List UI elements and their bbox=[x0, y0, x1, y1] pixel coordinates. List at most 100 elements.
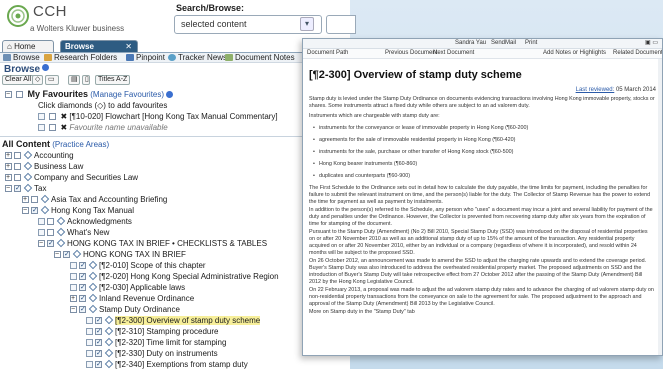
favourite-diamond-icon[interactable] bbox=[104, 348, 114, 358]
favourite-diamond-icon[interactable] bbox=[23, 150, 33, 160]
add-notes-button[interactable]: Add Notes or Highlights bbox=[543, 49, 606, 58]
tree-checkbox[interactable] bbox=[31, 205, 38, 216]
collapse-icon[interactable]: ▭ bbox=[45, 75, 59, 85]
sort-icon[interactable]: ▯ bbox=[82, 75, 90, 85]
info-icon[interactable] bbox=[42, 64, 50, 71]
tree-item[interactable]: Stamp Duty Ordinance bbox=[70, 304, 180, 315]
tree-item[interactable]: Inland Revenue Ordinance bbox=[70, 293, 194, 304]
collapse-toggle[interactable] bbox=[70, 304, 77, 315]
tree-item[interactable]: Company and Securities Law bbox=[5, 172, 138, 183]
tree-item[interactable]: [¶2-020] Hong Kong Special Administrativ… bbox=[70, 271, 279, 282]
collapse-toggle[interactable] bbox=[38, 238, 45, 249]
favourites-checkbox[interactable] bbox=[16, 91, 24, 98]
tree-checkbox[interactable] bbox=[79, 282, 86, 293]
previous-document-button[interactable]: Previous Document bbox=[385, 49, 437, 58]
favourite-diamond-icon[interactable] bbox=[40, 205, 50, 215]
practice-areas-link[interactable]: (Practice Areas) bbox=[52, 140, 109, 149]
tree-item-selected[interactable]: [¶2-300] Overview of stamp duty scheme bbox=[86, 315, 261, 326]
window-controls-icon[interactable]: ▣ ▭ bbox=[645, 39, 658, 48]
tree-item[interactable]: Business Law bbox=[5, 161, 83, 172]
tree-checkbox[interactable] bbox=[14, 163, 21, 170]
print-button[interactable]: Print bbox=[525, 39, 537, 48]
remove-favourite-icon[interactable]: ✖ bbox=[60, 123, 67, 132]
toolbar-research-folders[interactable]: Research Folders bbox=[44, 53, 117, 63]
document-scrollbar[interactable] bbox=[658, 59, 662, 355]
favourite-diamond-icon[interactable] bbox=[88, 260, 98, 270]
favourite-item[interactable]: ✖ [¶10-020] Flowchart [Hong Kong Tax Man… bbox=[38, 111, 278, 122]
tab-home[interactable]: ⌂ Home bbox=[2, 40, 54, 52]
collapse-toggle[interactable] bbox=[22, 205, 29, 216]
favourite-diamond-icon[interactable] bbox=[23, 183, 33, 193]
tree-item[interactable]: [¶2-330] Duty on instruments bbox=[86, 348, 218, 359]
tree-checkbox[interactable] bbox=[95, 348, 102, 359]
collapse-toggle[interactable] bbox=[54, 249, 61, 260]
document-path-dropdown[interactable]: Document Path bbox=[307, 49, 348, 58]
favourite-checkbox[interactable] bbox=[49, 113, 57, 120]
tree-checkbox[interactable] bbox=[14, 152, 21, 159]
remove-favourite-icon[interactable]: ✖ bbox=[60, 112, 67, 121]
favourite-diamond-icon[interactable] bbox=[88, 282, 98, 292]
tree-item[interactable]: Accounting bbox=[5, 150, 74, 161]
favourite-item[interactable]: ✖ Favourite name unavailable bbox=[38, 122, 168, 133]
tree-checkbox[interactable] bbox=[79, 271, 86, 282]
favourite-diamond-icon[interactable] bbox=[88, 271, 98, 281]
favourite-diamond-icon[interactable] bbox=[23, 172, 33, 182]
tree-checkbox[interactable] bbox=[79, 260, 86, 271]
tree-item[interactable]: Asia Tax and Accounting Briefing bbox=[22, 194, 167, 205]
tree-item[interactable]: HONG KONG TAX IN BRIEF bbox=[54, 249, 186, 260]
tab-browse[interactable]: Browse ✕ bbox=[60, 40, 138, 52]
tree-checkbox[interactable] bbox=[31, 196, 38, 203]
favourite-diamond-icon[interactable] bbox=[104, 359, 114, 369]
manage-favourites-link[interactable]: (Manage Favourites) bbox=[90, 90, 164, 99]
tree-checkbox[interactable] bbox=[14, 174, 21, 181]
tree-item[interactable]: [¶2-310] Stamping procedure bbox=[86, 326, 218, 337]
expand-toggle[interactable] bbox=[5, 161, 12, 172]
favourite-diamond-icon[interactable] bbox=[104, 315, 114, 325]
user-name[interactable]: Sandra Yau bbox=[455, 39, 486, 48]
tree-checkbox[interactable] bbox=[47, 229, 54, 236]
tree-item[interactable]: Acknowledgments bbox=[38, 216, 132, 227]
search-dropdown-icon[interactable]: ▾ bbox=[300, 17, 314, 31]
favourite-diamond-icon[interactable] bbox=[72, 249, 82, 259]
tree-checkbox[interactable] bbox=[47, 238, 54, 249]
favourite-diamond-icon[interactable] bbox=[56, 216, 66, 226]
tree-item[interactable]: Tax bbox=[5, 183, 46, 194]
expand-toggle[interactable] bbox=[5, 172, 12, 183]
info-icon[interactable] bbox=[166, 91, 174, 98]
tree-checkbox[interactable] bbox=[95, 315, 102, 326]
related-documents-button[interactable]: Related Documents bbox=[613, 49, 662, 58]
expand-toggle[interactable] bbox=[70, 293, 77, 304]
toolbar-pinpoint[interactable]: Pinpoint bbox=[126, 53, 165, 63]
tree-checkbox[interactable] bbox=[95, 337, 102, 348]
favourite-diamond-icon[interactable] bbox=[56, 238, 66, 248]
favourite-diamond-icon[interactable] bbox=[23, 161, 33, 171]
expand-icon[interactable]: ◇ bbox=[32, 75, 43, 85]
close-tab-icon[interactable]: ✕ bbox=[125, 41, 132, 52]
tree-checkbox[interactable] bbox=[14, 183, 21, 194]
toolbar-tracker-news[interactable]: Tracker News bbox=[168, 53, 227, 63]
favourite-diamond-icon[interactable] bbox=[56, 227, 66, 237]
favourite-diamond-icon[interactable] bbox=[88, 304, 98, 314]
collapse-toggle[interactable] bbox=[5, 89, 12, 100]
bookmark-icon[interactable]: ▤ bbox=[68, 75, 80, 85]
tree-checkbox[interactable] bbox=[95, 359, 102, 369]
tree-item[interactable]: [¶2-340] Exemptions from stamp duty bbox=[86, 359, 248, 369]
tree-checkbox[interactable] bbox=[63, 249, 70, 260]
tree-item[interactable]: Hong Kong Tax Manual bbox=[22, 205, 134, 216]
favourite-diamond-icon[interactable] bbox=[40, 194, 50, 204]
send-mail-button[interactable]: SendMail bbox=[491, 39, 516, 48]
tree-item[interactable]: [¶2-320] Time limit for stamping bbox=[86, 337, 226, 348]
tree-item[interactable]: HONG KONG TAX IN BRIEF • CHECKLISTS & TA… bbox=[38, 238, 267, 249]
tree-checkbox[interactable] bbox=[79, 304, 86, 315]
tree-item[interactable]: [¶2-010] Scope of this chapter bbox=[70, 260, 206, 271]
toolbar-document-notes[interactable]: Document Notes bbox=[225, 53, 295, 63]
tree-checkbox[interactable] bbox=[79, 293, 86, 304]
clear-all-button[interactable]: Clear All bbox=[2, 75, 35, 85]
expand-toggle[interactable] bbox=[22, 194, 29, 205]
tree-checkbox[interactable] bbox=[95, 326, 102, 337]
toolbar-browse[interactable]: Browse bbox=[3, 53, 40, 63]
favourite-diamond-icon[interactable] bbox=[88, 293, 98, 303]
favourite-checkbox[interactable] bbox=[49, 124, 57, 131]
favourite-diamond-icon[interactable] bbox=[104, 326, 114, 336]
expand-toggle[interactable] bbox=[5, 150, 12, 161]
